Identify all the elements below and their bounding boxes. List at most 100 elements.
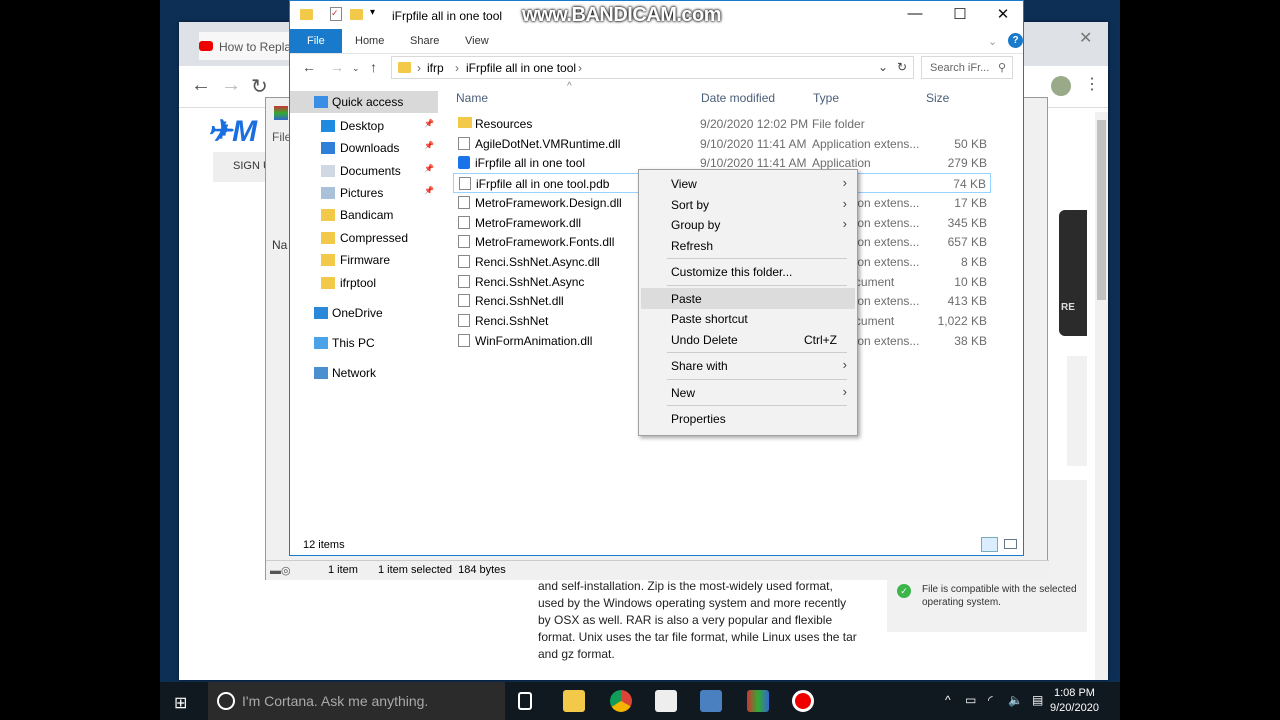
menu-item-undo-delete[interactable]: Undo Delete Ctrl+Z [641, 329, 855, 350]
nav-item-firmware[interactable]: Firmware [290, 249, 438, 271]
menu-item-label: Properties [671, 412, 726, 426]
up-icon[interactable]: ↑ [370, 59, 377, 75]
customize-qat-icon[interactable]: ▾ [370, 7, 375, 18]
tab-file[interactable]: File [290, 29, 342, 53]
back-icon[interactable]: ← [302, 59, 316, 75]
reload-icon[interactable]: ↻ [251, 74, 268, 99]
app-icon[interactable] [700, 690, 722, 712]
help-icon[interactable]: ? [1008, 33, 1023, 48]
close-icon[interactable]: ✕ [1079, 28, 1092, 48]
details-view-icon[interactable] [981, 537, 998, 552]
expand-ribbon-icon[interactable]: ⌄ [988, 35, 997, 48]
menu-item-label: Undo Delete [671, 332, 738, 347]
file-row[interactable]: AgileDotNet.VMRuntime.dll 9/10/2020 11:41… [453, 134, 991, 154]
forward-icon[interactable]: → [330, 59, 344, 75]
context-menu: View › Sort by › Group by › Refresh Customize t… [638, 169, 858, 436]
menu-icon[interactable]: ⋮ [1084, 74, 1100, 94]
tab-home[interactable]: Home [355, 35, 384, 47]
nav-item-quick-access[interactable]: Quick access [290, 91, 438, 113]
nav-item-label: Downloads [340, 141, 400, 155]
tab-title: How to Repla [219, 40, 292, 54]
menu-item-paste-shortcut[interactable]: Paste shortcut [641, 308, 855, 329]
bandicam-record-icon[interactable] [792, 690, 814, 712]
cortana-search[interactable]: I'm Cortana. Ask me anything. [208, 682, 505, 720]
file-explorer-icon[interactable] [563, 690, 585, 712]
nav-item-downloads[interactable]: Downloads 📌 [290, 137, 438, 159]
pin-icon[interactable]: 📌 [424, 186, 434, 195]
menu-item-customize-this-folder[interactable]: Customize this folder... [641, 261, 855, 282]
forward-icon[interactable]: → [221, 74, 241, 97]
nav-item-ifrptool[interactable]: ifrptool [290, 272, 438, 294]
file-row[interactable]: Resources 9/20/2020 12:02 PM File folder [453, 114, 991, 134]
app-icon [458, 156, 470, 170]
avatar[interactable] [1051, 76, 1071, 96]
file-name: WinFormAnimation.dll [475, 333, 593, 348]
maximize-button[interactable]: ☐ [940, 5, 980, 23]
nav-item-documents[interactable]: Documents 📌 [290, 160, 438, 182]
volume-icon[interactable]: 🔈 [1008, 693, 1023, 707]
breadcrumb-item[interactable]: iFrpfile all in one tool [466, 61, 576, 75]
pin-icon[interactable]: 📌 [424, 164, 434, 173]
menu-item-group-by[interactable]: Group by › [641, 214, 855, 235]
download-button[interactable]: RE [1061, 302, 1075, 313]
minimize-button[interactable]: — [895, 5, 935, 22]
search-input[interactable]: Search iFr... ⚲ [921, 56, 1013, 79]
chrome-icon[interactable] [610, 690, 632, 712]
pin-icon[interactable]: 📌 [424, 141, 434, 150]
clock[interactable]: 1:08 PM 9/20/2020 [1050, 686, 1099, 716]
column-name[interactable]: Name [456, 91, 488, 105]
file-name: Renci.SshNet [475, 314, 549, 328]
menu-item-label: Paste [671, 291, 702, 306]
large-icons-view-icon[interactable] [1004, 539, 1017, 549]
menu-item-properties[interactable]: Properties [641, 408, 855, 429]
scrollbar[interactable] [1095, 112, 1108, 680]
tab-view[interactable]: View [465, 35, 489, 47]
winrar-name-column[interactable]: Na [272, 238, 287, 252]
menu-item-sort-by[interactable]: Sort by › [641, 194, 855, 215]
new-folder-icon[interactable] [350, 9, 363, 20]
nav-item-onedrive[interactable]: OneDrive [290, 302, 438, 324]
nav-item-bandicam[interactable]: Bandicam [290, 204, 438, 226]
column-type[interactable]: Type [813, 91, 839, 105]
menu-item-share-with[interactable]: Share with › [641, 355, 855, 376]
windows-start-icon[interactable]: ⊞ [174, 693, 187, 713]
nav-item-compressed[interactable]: Compressed [290, 227, 438, 249]
nav-item-label: Documents [340, 164, 401, 178]
back-icon[interactable]: ← [191, 74, 211, 97]
close-button[interactable]: ✕ [983, 5, 1023, 23]
chevron-down-icon[interactable]: ⌄ [878, 60, 888, 74]
column-size[interactable]: Size [926, 91, 949, 105]
nav-item-desktop[interactable]: Desktop 📌 [290, 115, 438, 137]
file-size: 50 KB [954, 136, 987, 151]
battery-icon[interactable]: ▭ [965, 693, 976, 707]
menu-item-refresh[interactable]: Refresh [641, 235, 855, 256]
file-size: 413 KB [947, 294, 987, 309]
scrollbar-thumb[interactable] [1097, 120, 1106, 300]
nav-item-this-pc[interactable]: This PC [290, 332, 438, 354]
chevron-right-icon[interactable]: › [578, 61, 582, 75]
nav-item-network[interactable]: Network [290, 362, 438, 384]
pin-icon[interactable]: 📌 [424, 119, 434, 128]
refresh-icon[interactable]: ↻ [897, 60, 907, 74]
address-bar[interactable]: › ifrp › iFrpfile all in one tool › ⌄ ↻ [391, 56, 914, 79]
show-hidden-icons-icon[interactable]: ^ [945, 693, 951, 707]
drive-icon: ▬◎ [270, 565, 291, 577]
task-view-icon[interactable] [518, 692, 532, 710]
menu-item-paste[interactable]: Paste [641, 287, 855, 309]
tab-share[interactable]: Share [410, 35, 439, 47]
menu-item-view[interactable]: View › [641, 173, 855, 194]
app-icon[interactable] [655, 690, 677, 712]
file-name: Renci.SshNet.dll [475, 294, 564, 309]
menu-item-new[interactable]: New › [641, 382, 855, 403]
wifi-icon[interactable]: ◜ [988, 693, 993, 707]
winrar-icon[interactable] [747, 690, 769, 712]
breadcrumb-item[interactable]: ifrp [427, 61, 444, 75]
column-date[interactable]: Date modified [701, 91, 775, 105]
properties-icon[interactable]: ✓ [330, 7, 342, 21]
youtube-icon [199, 41, 213, 51]
file-name: Resources [475, 117, 533, 131]
notifications-icon[interactable]: ▤ [1032, 693, 1043, 707]
nav-item-pictures[interactable]: Pictures 📌 [290, 182, 438, 204]
cortana-icon [217, 692, 235, 710]
recent-locations-icon[interactable]: ⌄ [352, 63, 360, 74]
